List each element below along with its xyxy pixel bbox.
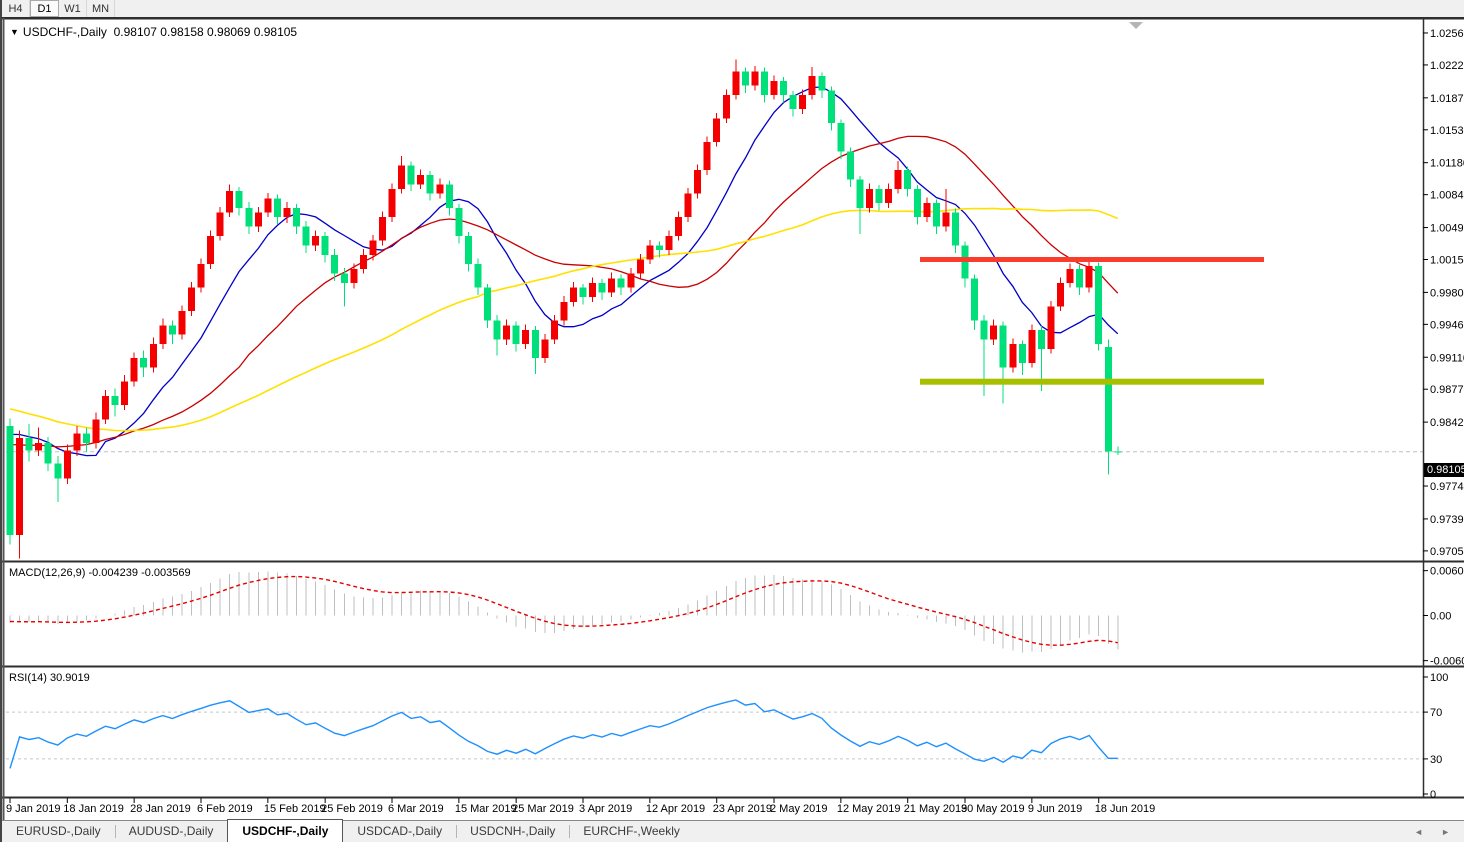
- svg-text:15 Feb 2019: 15 Feb 2019: [264, 803, 326, 815]
- svg-text:1.01870: 1.01870: [1430, 93, 1464, 105]
- timeframe-button-d1[interactable]: D1: [30, 0, 59, 17]
- svg-text:0.006058: 0.006058: [1430, 566, 1464, 578]
- svg-text:3 Apr 2019: 3 Apr 2019: [579, 803, 632, 815]
- collapse-triangle-icon[interactable]: ▼: [10, 27, 19, 37]
- tab-usdchf-daily[interactable]: USDCHF-,Daily: [227, 819, 343, 842]
- support-line[interactable]: [920, 379, 1264, 385]
- svg-text:30 May 2019: 30 May 2019: [961, 803, 1025, 815]
- tab-scroll-right-icon[interactable]: ►: [1441, 827, 1450, 837]
- svg-text:12 May 2019: 12 May 2019: [837, 803, 901, 815]
- svg-text:1.02220: 1.02220: [1430, 60, 1464, 72]
- chart-canvas[interactable]: 1.02560 1.02220 1.01870 1.01530 1.01180 1.008…: [2, 18, 1464, 820]
- svg-text:21 May 2019: 21 May 2019: [904, 803, 968, 815]
- current-price-tag: 0.98105: [1424, 463, 1464, 477]
- svg-text:0.99800: 0.99800: [1430, 287, 1464, 299]
- svg-text:0.98420: 0.98420: [1430, 417, 1464, 429]
- svg-text:0.99110: 0.99110: [1430, 352, 1464, 364]
- resistance-line[interactable]: [920, 257, 1264, 262]
- price-axis: 1.02560 1.02220 1.01870 1.01530 1.01180 1.008…: [1423, 28, 1464, 558]
- svg-text:18 Jan 2019: 18 Jan 2019: [63, 803, 124, 815]
- rsi-axis: 100 70 30 0: [1423, 672, 1448, 801]
- tab-eurchf-weekly[interactable]: EURCHF-,Weekly: [569, 821, 693, 842]
- svg-text:28 Jan 2019: 28 Jan 2019: [130, 803, 191, 815]
- svg-text:18 Jun 2019: 18 Jun 2019: [1095, 803, 1156, 815]
- svg-text:1.00490: 1.00490: [1430, 223, 1464, 235]
- svg-text:0.99460: 0.99460: [1430, 319, 1464, 331]
- tab-eurusd-daily[interactable]: EURUSD-,Daily: [2, 821, 115, 842]
- macd-indicator-label: MACD(12,26,9) -0.004239 -0.003569: [9, 567, 191, 579]
- ohlc-values: 0.98107 0.98158 0.98069 0.98105: [114, 25, 298, 39]
- svg-text:0.97390: 0.97390: [1430, 514, 1464, 526]
- tab-usdcnh-daily[interactable]: USDCNH-,Daily: [456, 821, 569, 842]
- tab-usdcad-daily[interactable]: USDCAD-,Daily: [343, 821, 456, 842]
- chart-tab-bar: EURUSD-,DailyAUDUSD-,DailyUSDCHF-,DailyU…: [2, 820, 1464, 842]
- svg-text:30: 30: [1430, 754, 1442, 766]
- svg-text:-0.006096: -0.006096: [1430, 656, 1464, 668]
- svg-text:70: 70: [1430, 707, 1442, 719]
- svg-text:23 Apr 2019: 23 Apr 2019: [713, 803, 772, 815]
- svg-text:9 Jun 2019: 9 Jun 2019: [1028, 803, 1082, 815]
- tab-audusd-daily[interactable]: AUDUSD-,Daily: [115, 821, 228, 842]
- date-axis: 9 Jan 201918 Jan 2019 28 Jan 2019 6 Feb 20…: [6, 798, 1155, 815]
- timeframe-button-w1[interactable]: W1: [59, 0, 87, 17]
- svg-text:0: 0: [1430, 789, 1436, 801]
- svg-text:1.00840: 1.00840: [1430, 190, 1464, 202]
- svg-text:6 Feb 2019: 6 Feb 2019: [197, 803, 253, 815]
- svg-text:1.02560: 1.02560: [1430, 28, 1464, 40]
- rsi-indicator-label: RSI(14) 30.9019: [9, 672, 90, 684]
- svg-text:9 Jan 2019: 9 Jan 2019: [6, 803, 60, 815]
- svg-text:100: 100: [1430, 672, 1448, 684]
- timeframe-button-mn[interactable]: MN: [87, 0, 115, 17]
- svg-text:1.01530: 1.01530: [1430, 125, 1464, 137]
- macd-panel: [10, 572, 1118, 653]
- candles: [7, 59, 1122, 558]
- moving-averages: [10, 87, 1118, 456]
- tab-scroll-left-icon[interactable]: ◄: [1414, 827, 1423, 837]
- svg-text:25 Feb 2019: 25 Feb 2019: [321, 803, 383, 815]
- svg-text:15 Mar 2019: 15 Mar 2019: [455, 803, 517, 815]
- timeframe-button-h4[interactable]: H4: [2, 0, 30, 17]
- svg-text:6 Mar 2019: 6 Mar 2019: [388, 803, 444, 815]
- svg-text:0.98770: 0.98770: [1430, 384, 1464, 396]
- symbol-label: USDCHF-,Daily: [23, 25, 107, 39]
- svg-text:0.97740: 0.97740: [1430, 481, 1464, 493]
- svg-text:12 Apr 2019: 12 Apr 2019: [646, 803, 705, 815]
- trading-terminal-window: H4D1W1MN 1.025601.022201.018701.015301.0…: [0, 0, 1464, 842]
- chart-shift-marker-icon[interactable]: [1129, 22, 1143, 29]
- svg-text:0.97050: 0.97050: [1430, 546, 1464, 558]
- timeframe-toolbar: H4D1W1MN: [2, 0, 1464, 18]
- svg-text:1.01180: 1.01180: [1430, 158, 1464, 170]
- svg-text:25 Mar 2019: 25 Mar 2019: [512, 803, 574, 815]
- macd-axis: 0.006058 0.00 -0.006096: [1423, 566, 1464, 668]
- svg-text:1.00150: 1.00150: [1430, 254, 1464, 266]
- svg-text:0.00: 0.00: [1430, 611, 1451, 623]
- chart-title: ▼ USDCHF-,Daily 0.98107 0.98158 0.98069 0…: [10, 25, 297, 39]
- svg-text:2 May 2019: 2 May 2019: [770, 803, 827, 815]
